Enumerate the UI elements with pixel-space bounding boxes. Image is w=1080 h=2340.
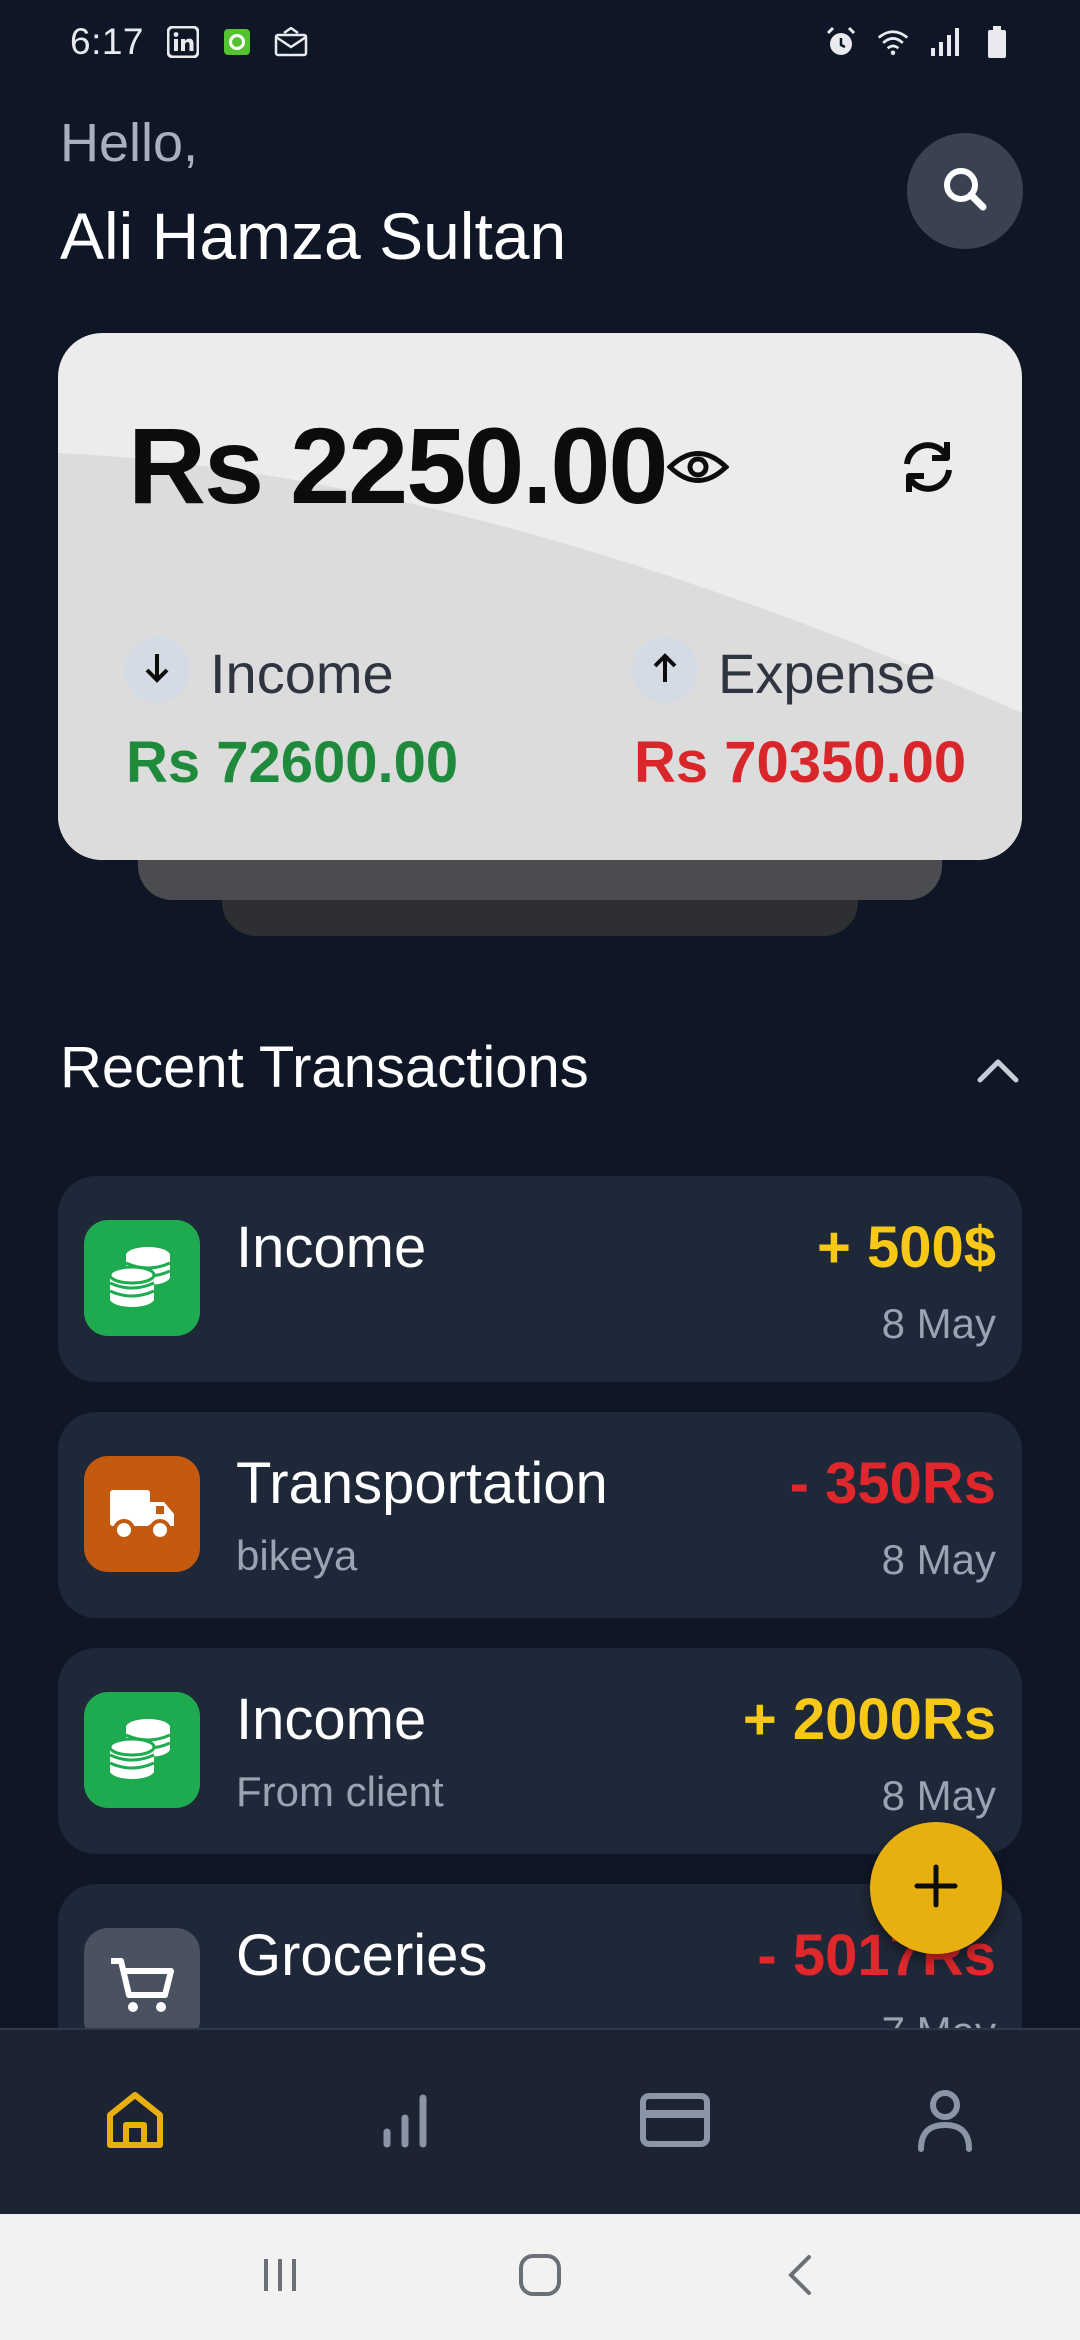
expense-badge [632,637,698,703]
search-icon [939,163,991,220]
transaction-date: 8 May [881,1772,996,1819]
transaction-item[interactable]: Income From client + 2000Rs 8 May [58,1648,1022,1854]
search-button[interactable] [907,133,1023,249]
transaction-subtitle: bikeya [236,1532,358,1579]
linkedin-icon [166,25,200,59]
collapse-button[interactable] [966,1040,1030,1104]
bar-chart-icon [377,2090,433,2155]
plus-icon [913,1863,959,1914]
card-icon [639,2092,711,2153]
user-name: Ali Hamza Sultan [60,199,567,273]
user-icon [915,2087,975,2158]
transaction-amount: + 2000Rs [742,1687,996,1752]
transaction-date: 8 May [881,1536,996,1583]
recent-apps-icon [258,2255,302,2300]
bottom-navigation [0,2028,1080,2214]
income-value: Rs 72600.00 [126,730,459,795]
message-icon [274,25,308,59]
signal-icon [928,25,962,59]
truck-icon [84,1456,200,1572]
chevron-up-icon [976,1056,1020,1089]
income-badge [124,637,190,703]
transaction-amount: + 500$ [816,1215,996,1280]
transaction-amount: - 350Rs [789,1451,996,1516]
refresh-icon [897,436,959,503]
cart-icon [84,1928,200,2044]
arrow-down-icon [142,651,172,690]
coins-icon [84,1220,200,1336]
home-circle-icon [517,2252,563,2303]
transaction-item[interactable]: Transportation bikeya - 350Rs 8 May [58,1412,1022,1618]
balance-card: Rs 2250.00 Income Rs 72600.00 Expense Rs… [58,333,1022,860]
recent-transactions-title: Recent Transactions [60,1035,589,1100]
expense-value: Rs 70350.00 [634,730,967,795]
transaction-title: Transportation [236,1451,608,1516]
nav-stats[interactable] [270,2030,540,2214]
income-label: Income [210,642,394,705]
status-time: 6:17 [70,21,145,62]
transaction-date: 8 May [881,1300,996,1347]
back-button[interactable] [755,2232,845,2322]
alarm-icon [824,25,858,59]
status-bar: 6:17 [0,0,1080,84]
home-system-button[interactable] [495,2232,585,2322]
recent-apps-button[interactable] [235,2232,325,2322]
nav-cards[interactable] [540,2030,810,2214]
transaction-item[interactable]: Income + 500$ 8 May [58,1176,1022,1382]
system-navigation-bar [0,2214,1080,2340]
coins-icon [84,1692,200,1808]
toggle-visibility-button[interactable] [658,429,738,509]
balance-amount: Rs 2250.00 [128,405,668,526]
nav-profile[interactable] [810,2030,1080,2214]
refresh-button[interactable] [888,429,968,509]
back-icon [785,2253,815,2302]
nav-home[interactable] [0,2030,270,2214]
expense-label: Expense [718,642,936,705]
add-transaction-button[interactable] [870,1822,1002,1954]
transaction-title: Income [236,1687,427,1752]
arrow-up-icon [650,651,680,690]
greeting-text: Hello, [60,113,199,173]
transaction-subtitle: From client [236,1768,444,1815]
eye-icon [666,446,730,493]
home-icon [102,2087,168,2158]
battery-icon [980,25,1014,59]
app-notification-icon [220,25,254,59]
wifi-icon [876,25,910,59]
transaction-title: Groceries [236,1923,488,1988]
transaction-title: Income [236,1215,427,1280]
